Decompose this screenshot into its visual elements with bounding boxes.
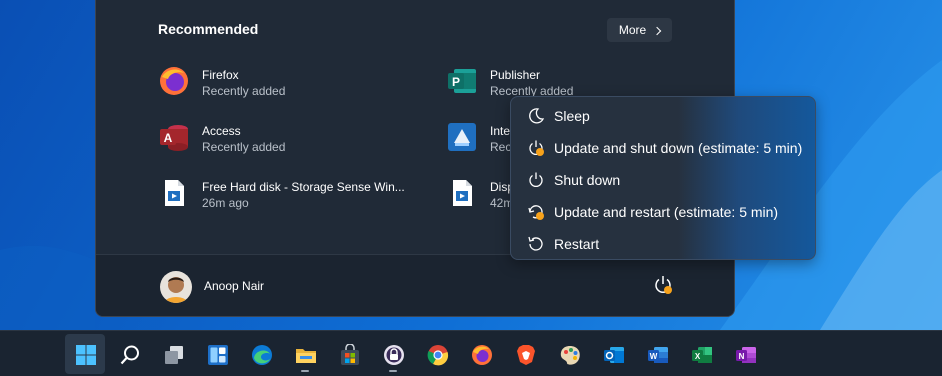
- taskbar-chrome[interactable]: [417, 334, 457, 374]
- access-icon: A: [160, 125, 188, 151]
- paint-icon: [560, 346, 580, 365]
- vpn-lock-icon: [384, 345, 404, 365]
- recommended-item-access[interactable]: A Access Recently added: [158, 117, 428, 157]
- power-option-label: Shut down: [554, 172, 621, 188]
- search-icon: [120, 345, 139, 365]
- user-name[interactable]: Anoop Nair: [204, 279, 264, 293]
- firefox-icon: [472, 345, 492, 365]
- recommended-item-publisher[interactable]: P Publisher Recently added: [446, 61, 716, 101]
- outlook-icon: [604, 347, 624, 363]
- item-subtitle: Rec: [490, 140, 512, 154]
- taskbar-store[interactable]: [329, 334, 369, 374]
- item-name: Inte: [490, 124, 511, 138]
- taskbar-search[interactable]: [109, 334, 149, 374]
- store-icon: [341, 344, 359, 365]
- onenote-icon: N: [736, 347, 756, 363]
- power-option-update-restart[interactable]: Update and restart (estimate: 5 min): [515, 195, 813, 227]
- power-icon: [529, 172, 543, 187]
- taskbar-brave[interactable]: [505, 334, 545, 374]
- svg-text:X: X: [695, 352, 701, 361]
- update-shutdown-icon: [529, 140, 544, 156]
- taskbar-excel[interactable]: X: [681, 334, 721, 374]
- file-explorer-icon: [296, 349, 316, 363]
- item-name: Publisher: [490, 68, 541, 82]
- power-menu: Sleep Update and shut down (estimate: 5 …: [510, 96, 816, 260]
- taskbar-outlook[interactable]: [593, 334, 633, 374]
- item-name: Access: [202, 124, 241, 138]
- video-file-icon: [165, 180, 184, 206]
- item-subtitle: Recently added: [202, 140, 286, 154]
- publisher-icon: P: [448, 69, 476, 93]
- more-button[interactable]: More: [607, 18, 672, 42]
- chrome-icon: [427, 345, 449, 366]
- item-subtitle: 26m ago: [202, 196, 249, 210]
- start-menu-footer: Anoop Nair: [96, 254, 734, 316]
- sleep-icon: [529, 108, 545, 124]
- taskbar-file-explorer[interactable]: [285, 334, 325, 374]
- svg-text:W: W: [650, 352, 658, 361]
- running-indicator: [389, 370, 397, 372]
- task-view-icon: [165, 346, 183, 364]
- app-icon: [448, 123, 476, 151]
- edge-icon: [252, 345, 272, 365]
- avatar[interactable]: [160, 271, 192, 303]
- restart-icon: [528, 236, 543, 251]
- power-option-sleep[interactable]: Sleep: [515, 99, 813, 131]
- power-option-restart[interactable]: Restart: [515, 227, 813, 259]
- taskbar: W X N: [0, 330, 942, 376]
- chevron-right-icon: [652, 26, 662, 35]
- taskbar-widgets[interactable]: [197, 334, 237, 374]
- power-icon[interactable]: [651, 273, 675, 297]
- taskbar-word[interactable]: W: [637, 334, 677, 374]
- power-option-update-shutdown[interactable]: Update and shut down (estimate: 5 min): [515, 131, 813, 163]
- power-option-shutdown[interactable]: Shut down: [515, 163, 813, 195]
- recommended-item-video-file[interactable]: Free Hard disk - Storage Sense Win... 26…: [158, 173, 428, 213]
- taskbar-onenote[interactable]: N: [725, 334, 765, 374]
- power-option-label: Update and shut down (estimate: 5 min): [554, 140, 803, 156]
- item-name: Free Hard disk - Storage Sense Win...: [202, 180, 405, 194]
- brave-icon: [517, 345, 535, 365]
- start-icon: [76, 345, 96, 365]
- svg-text:N: N: [739, 352, 745, 361]
- item-subtitle: Recently added: [202, 84, 286, 98]
- recommended-item-firefox[interactable]: Firefox Recently added: [158, 61, 428, 101]
- taskbar-start[interactable]: [65, 334, 105, 374]
- taskbar-task-view[interactable]: [153, 334, 193, 374]
- running-indicator: [301, 370, 309, 372]
- svg-text:A: A: [164, 131, 173, 145]
- power-option-label: Restart: [554, 236, 600, 252]
- video-file-icon: [453, 180, 472, 206]
- word-icon: W: [648, 347, 668, 363]
- taskbar-paint[interactable]: [549, 334, 589, 374]
- recommended-title: Recommended: [158, 21, 259, 37]
- power-option-label: Sleep: [554, 108, 590, 124]
- more-label: More: [618, 23, 647, 37]
- power-option-label: Update and restart (estimate: 5 min): [554, 204, 779, 220]
- widgets-icon: [208, 345, 228, 365]
- taskbar-firefox[interactable]: [461, 334, 501, 374]
- taskbar-vpn[interactable]: [373, 334, 413, 374]
- svg-text:P: P: [452, 75, 460, 89]
- update-restart-icon: [528, 205, 544, 220]
- item-name: Firefox: [202, 68, 239, 82]
- excel-icon: X: [692, 347, 712, 363]
- firefox-icon: [160, 67, 188, 95]
- taskbar-edge[interactable]: [241, 334, 281, 374]
